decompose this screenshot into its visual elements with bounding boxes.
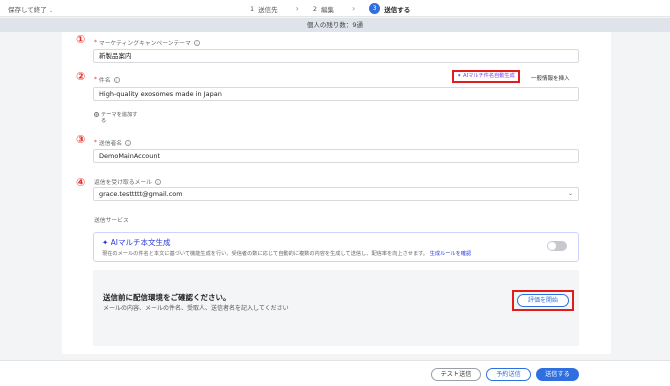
chevron-right-icon: › <box>351 4 356 13</box>
generation-rules-link[interactable]: 生成ルールを確認 <box>430 251 472 257</box>
ai-body-toggle[interactable] <box>547 241 567 251</box>
save-exit-dropdown[interactable]: 保存して終了 ⌄ <box>8 4 53 14</box>
chevron-down-icon: ⌄ <box>567 190 573 197</box>
chevron-right-icon: › <box>295 4 299 13</box>
step-label: 送信する <box>384 5 411 14</box>
add-theme-button[interactable]: + テーマを追加す る <box>94 112 137 124</box>
step-number: 2 <box>312 4 317 13</box>
campaign-theme-label: * マーケティングキャンペーンテーマ i <box>94 38 200 47</box>
schedule-send-button[interactable]: 予約送信 <box>486 368 531 381</box>
pre-send-check-description: メールの内容、メールの件名、受取人、送信者名を記入してください <box>103 305 289 312</box>
save-exit-label: 保存して終了 <box>8 6 47 14</box>
ai-body-title: ✦ AIマルチ本文生成 <box>102 238 171 247</box>
ai-subject-generate-button[interactable]: ✦ AIマルチ件名自動生成 <box>452 70 520 83</box>
step-label: 送信先 <box>258 5 278 14</box>
plus-icon: + <box>94 112 99 117</box>
insert-general-info-button[interactable]: 一般情報を挿入 <box>531 74 570 82</box>
info-icon: i <box>125 139 132 146</box>
step-edit[interactable]: 2 編集 <box>313 4 334 14</box>
info-icon: i <box>113 76 120 83</box>
annotation-marker-3: ③ <box>76 133 86 146</box>
send-button[interactable]: 送信する <box>536 368 579 381</box>
step-indicator: 1 送信先 › 2 編集 › 3 送信する <box>250 3 410 14</box>
remaining-count-bar: 個人の残り数：9通 <box>0 18 670 32</box>
annotation-marker-1: ① <box>76 33 86 46</box>
step-number: 1 <box>250 4 255 13</box>
reply-email-label: 返信を受け取るメール i <box>94 177 161 186</box>
campaign-theme-input[interactable]: 新製品案内 <box>93 49 579 63</box>
top-bar: 保存して終了 ⌄ 1 送信先 › 2 編集 › 3 送信する <box>0 0 670 17</box>
annotation-marker-2: ② <box>76 70 86 83</box>
reply-email-value: grace.testtttt@gmail.com <box>99 190 183 198</box>
toggle-knob <box>548 242 556 250</box>
sender-name-input[interactable]: DemoMainAccount <box>93 149 579 163</box>
step-recipients[interactable]: 1 送信先 <box>250 4 278 14</box>
step-send[interactable]: 3 送信する <box>369 3 410 14</box>
step-number: 3 <box>369 3 381 14</box>
ai-body-generation-card: ✦ AIマルチ本文生成 現在のメールの件名と本文に基づいて機能生成を行い、受信者… <box>93 232 579 262</box>
subject-input[interactable]: High-quality exosomes made in Japan <box>93 87 579 101</box>
pre-send-check-card: 送信前に配信環境をご確認ください。 メールの内容、メールの件名、受取人、送信者名… <box>93 270 579 346</box>
chevron-down-icon: ⌄ <box>48 8 54 14</box>
subject-label: * 件名 i <box>94 75 120 84</box>
info-icon: i <box>154 178 161 185</box>
test-send-button[interactable]: テスト送信 <box>431 368 481 381</box>
step-label: 編集 <box>320 5 334 14</box>
start-evaluation-button[interactable]: 評価を開始 <box>517 294 569 307</box>
sender-name-label: * 送信者名 i <box>94 138 132 147</box>
info-icon: i <box>193 39 200 46</box>
footer-bar: テスト送信 予約送信 送信する <box>0 360 670 386</box>
send-service-label: 送信サービス <box>94 218 129 224</box>
reply-email-select[interactable]: grace.testtttt@gmail.com ⌄ <box>93 187 579 201</box>
annotation-marker-4: ④ <box>76 176 86 189</box>
pre-send-check-title: 送信前に配信環境をご確認ください。 <box>103 293 231 302</box>
ai-body-description: 現在のメールの件名と本文に基づいて機能生成を行い、受信者の数に応じて自動的に複数… <box>102 251 472 257</box>
